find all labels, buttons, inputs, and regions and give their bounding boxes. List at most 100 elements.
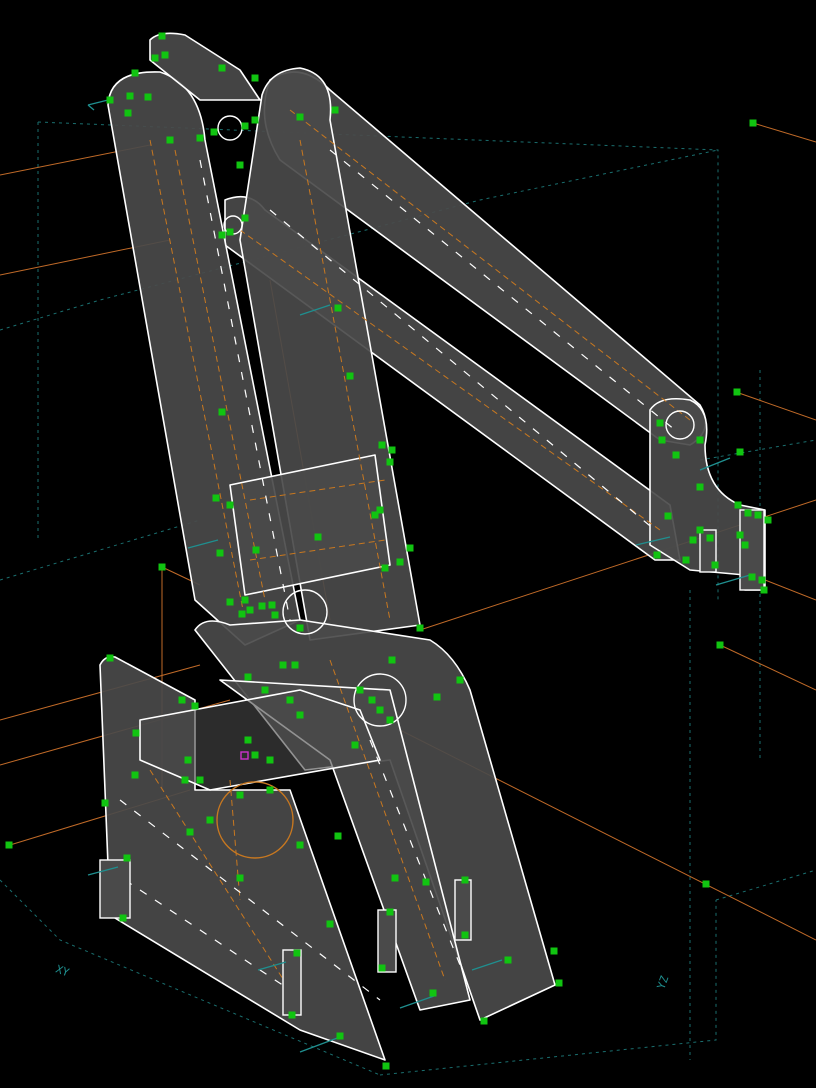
grip-point[interactable] — [555, 979, 563, 987]
grip-point[interactable] — [132, 729, 140, 737]
grip-point[interactable] — [504, 956, 512, 964]
grip-point[interactable] — [461, 931, 469, 939]
grip-point[interactable] — [696, 483, 704, 491]
grip-point[interactable] — [101, 799, 109, 807]
grip-point[interactable] — [433, 693, 441, 701]
grip-point[interactable] — [716, 641, 724, 649]
grip-point[interactable] — [184, 756, 192, 764]
grip-point[interactable] — [246, 606, 254, 614]
grip-point[interactable] — [391, 874, 399, 882]
grip-point[interactable] — [293, 949, 301, 957]
grip-point[interactable] — [218, 231, 226, 239]
grip-point[interactable] — [388, 656, 396, 664]
grip-point[interactable] — [388, 446, 396, 454]
grip-point[interactable] — [456, 676, 464, 684]
grip-point[interactable] — [422, 878, 430, 886]
grip-point[interactable] — [279, 661, 287, 669]
grip-point[interactable] — [334, 832, 342, 840]
grip-point[interactable] — [238, 610, 246, 618]
grip-point[interactable] — [334, 304, 342, 312]
grip-point[interactable] — [258, 602, 266, 610]
grip-point[interactable] — [656, 419, 664, 427]
grip-point[interactable] — [131, 771, 139, 779]
grip-point[interactable] — [706, 534, 714, 542]
grip-point[interactable] — [251, 116, 259, 124]
grip-point[interactable] — [236, 874, 244, 882]
grip-point[interactable] — [271, 611, 279, 619]
grip-point[interactable] — [212, 494, 220, 502]
grip-point[interactable] — [760, 586, 768, 594]
grip-point[interactable] — [736, 448, 744, 456]
grip-point[interactable] — [296, 841, 304, 849]
grip-point[interactable] — [210, 128, 218, 136]
grip-point[interactable] — [378, 964, 386, 972]
grip-point[interactable] — [382, 1062, 390, 1070]
grip-point[interactable] — [326, 920, 334, 928]
grip-point[interactable] — [5, 841, 13, 849]
grip-point[interactable] — [161, 51, 169, 59]
grip-point[interactable] — [314, 533, 322, 541]
grip-point[interactable] — [241, 122, 249, 130]
grip-point[interactable] — [206, 816, 214, 824]
grip-point[interactable] — [406, 544, 414, 552]
grip-point[interactable] — [244, 736, 252, 744]
cad-viewport[interactable]: XY YZ — [0, 0, 816, 1088]
grip-point[interactable] — [191, 702, 199, 710]
grip-point[interactable] — [744, 509, 752, 517]
grip-point[interactable] — [741, 541, 749, 549]
grip-point[interactable] — [144, 93, 152, 101]
grip-point[interactable] — [733, 388, 741, 396]
grip-point[interactable] — [480, 1017, 488, 1025]
grip-point[interactable] — [749, 119, 757, 127]
grip-point[interactable] — [236, 791, 244, 799]
grip-point[interactable] — [672, 451, 680, 459]
grip-point[interactable] — [378, 441, 386, 449]
grip-point[interactable] — [381, 564, 389, 572]
grip-point[interactable] — [689, 536, 697, 544]
grip-point[interactable] — [244, 673, 252, 681]
model-canvas[interactable]: XY YZ — [0, 0, 816, 1088]
grip-point[interactable] — [124, 109, 132, 117]
grip-point[interactable] — [158, 563, 166, 571]
grip-point[interactable] — [461, 876, 469, 884]
grip-point[interactable] — [241, 596, 249, 604]
grip-point[interactable] — [266, 786, 274, 794]
grip-point[interactable] — [386, 458, 394, 466]
grip-point[interactable] — [296, 113, 304, 121]
grip-point[interactable] — [550, 947, 558, 955]
grip-point[interactable] — [682, 556, 690, 564]
grip-point[interactable] — [346, 372, 354, 380]
grip-point[interactable] — [376, 706, 384, 714]
grip-point[interactable] — [653, 551, 661, 559]
grip-point[interactable] — [336, 1032, 344, 1040]
grip-point[interactable] — [371, 511, 379, 519]
grip-point[interactable] — [261, 686, 269, 694]
grip-point[interactable] — [131, 69, 139, 77]
grip-point[interactable] — [416, 624, 424, 632]
grip-point[interactable] — [218, 408, 226, 416]
grip-point[interactable] — [266, 756, 274, 764]
grip-point[interactable] — [664, 512, 672, 520]
grip-point[interactable] — [181, 776, 189, 784]
grip-point[interactable] — [119, 914, 127, 922]
grip-point[interactable] — [178, 696, 186, 704]
grip-point[interactable] — [296, 711, 304, 719]
grip-point[interactable] — [123, 854, 131, 862]
grip-point[interactable] — [696, 436, 704, 444]
grip-point[interactable] — [158, 32, 166, 40]
grip-point[interactable] — [696, 526, 704, 534]
grip-point[interactable] — [106, 654, 114, 662]
grip-point[interactable] — [226, 501, 234, 509]
grip-point[interactable] — [216, 549, 224, 557]
grip-point[interactable] — [106, 96, 114, 104]
grip-point[interactable] — [331, 106, 339, 114]
grip-point[interactable] — [226, 598, 234, 606]
grip-point[interactable] — [356, 686, 364, 694]
grip-point[interactable] — [368, 696, 376, 704]
grip-point[interactable] — [754, 511, 762, 519]
grip-point[interactable] — [151, 54, 159, 62]
grip-point[interactable] — [252, 546, 260, 554]
grip-point[interactable] — [429, 989, 437, 997]
grip-point[interactable] — [286, 696, 294, 704]
grip-point[interactable] — [764, 516, 772, 524]
